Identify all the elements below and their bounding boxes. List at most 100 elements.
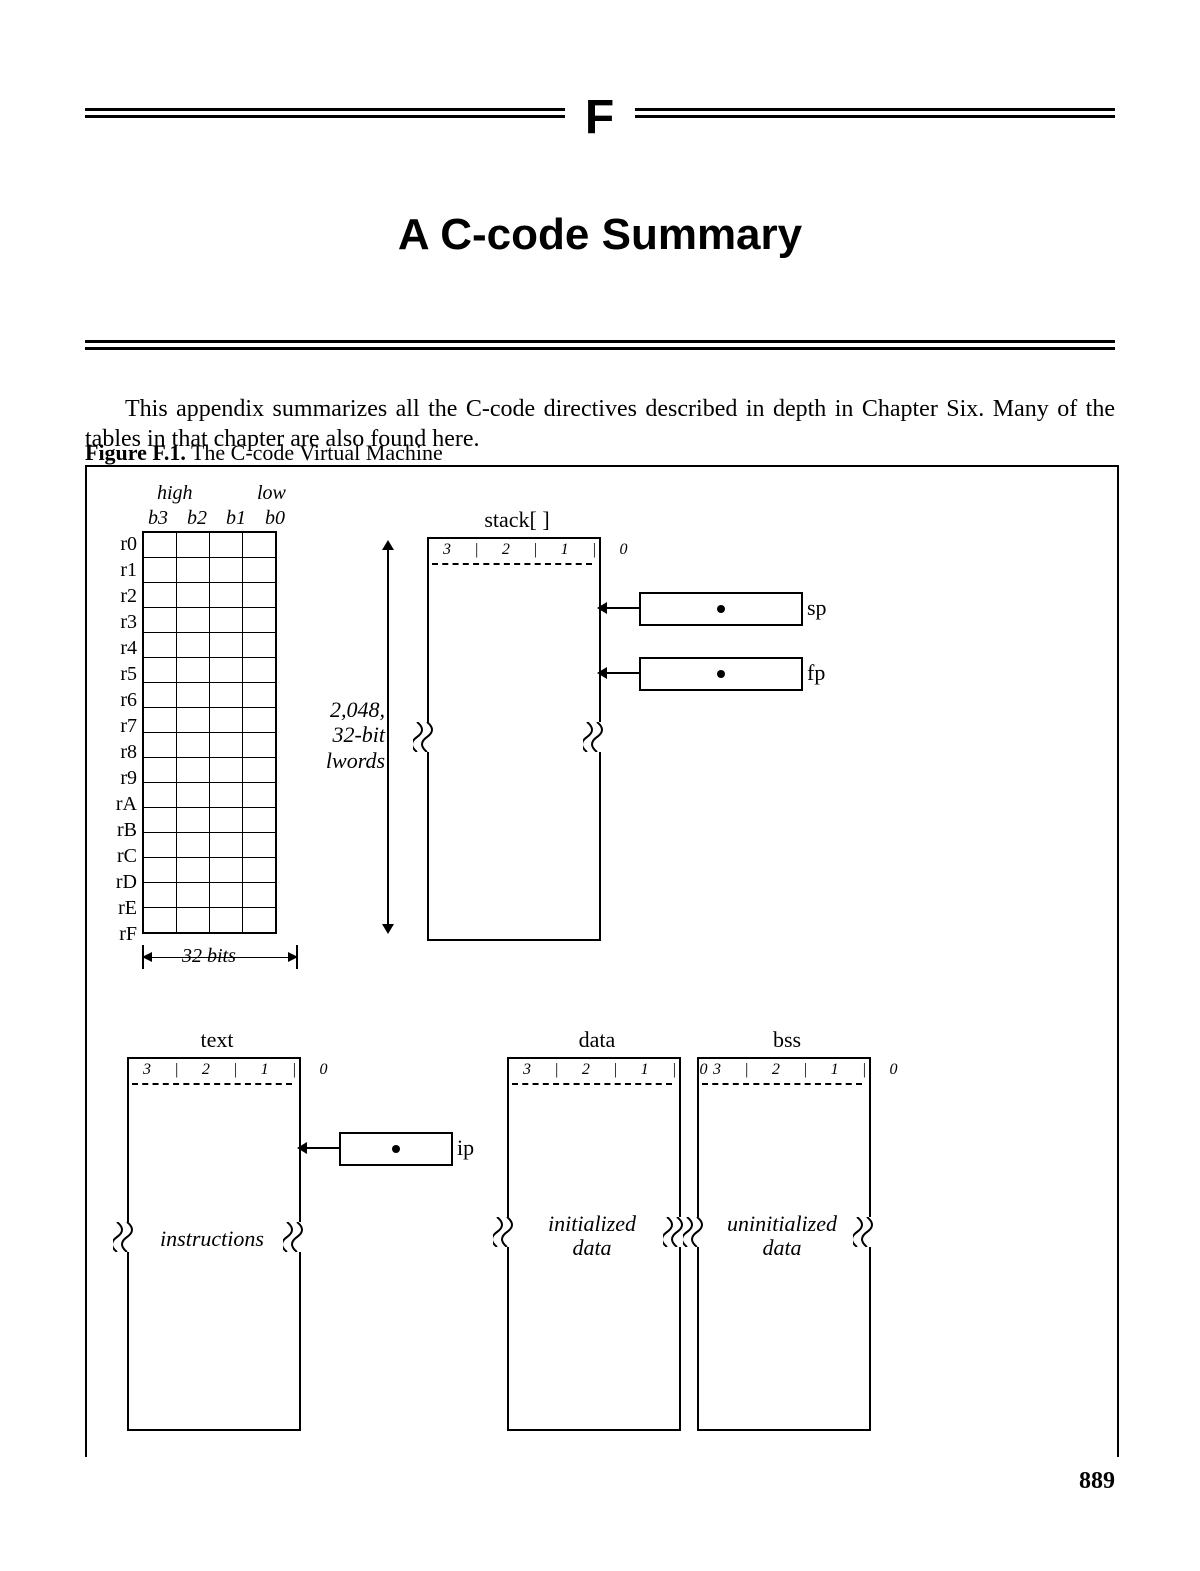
register-cell [210, 858, 243, 883]
bss-break-r [857, 1217, 877, 1247]
register-cell [177, 608, 210, 633]
sp-box [639, 592, 803, 626]
data-seg-title: data [507, 1027, 687, 1053]
register-name: rD [109, 871, 137, 894]
register-cell [177, 658, 210, 683]
register-cell [143, 633, 177, 658]
register-row [143, 733, 276, 758]
register-cell [210, 683, 243, 708]
register-cell [177, 858, 210, 883]
register-cell [210, 583, 243, 608]
register-cell [177, 783, 210, 808]
register-cell [210, 532, 243, 558]
register-cell [143, 708, 177, 733]
fp-arrow [599, 672, 639, 674]
reg-width-tick-l [142, 945, 144, 969]
data-break-l [497, 1217, 517, 1247]
register-row [143, 783, 276, 808]
register-row [143, 808, 276, 833]
register-cell [243, 583, 277, 608]
register-cell [210, 633, 243, 658]
figure-caption: Figure F.1. The C-code Virtual Machine [85, 440, 443, 466]
register-cell [143, 558, 177, 583]
register-name: rC [109, 845, 137, 868]
register-cell [210, 658, 243, 683]
rule-under-title [85, 340, 1115, 350]
register-cell [143, 883, 177, 908]
register-cell [143, 658, 177, 683]
reg-width-label: 32 bits [182, 945, 236, 968]
bss-break-l [687, 1217, 707, 1247]
figure-title: The C-code Virtual Machine [191, 440, 443, 465]
register-cell [143, 683, 177, 708]
register-name: r5 [109, 663, 137, 686]
register-name: r0 [109, 533, 137, 556]
ip-dot-icon [392, 1145, 400, 1153]
register-cell [143, 608, 177, 633]
stack-dim-down [387, 737, 389, 932]
text-seg-desc: instructions [127, 1227, 297, 1251]
register-row [143, 758, 276, 783]
page: F A C-code Summary This appendix summari… [0, 0, 1200, 1571]
reg-high-label: high [157, 482, 193, 505]
chapter-letter: F [0, 90, 1200, 145]
register-cell [143, 733, 177, 758]
page-number: 889 [1079, 1468, 1115, 1495]
register-row [143, 708, 276, 733]
register-row [143, 532, 276, 558]
register-name: rB [109, 819, 137, 842]
register-cell [243, 608, 277, 633]
register-cell [210, 783, 243, 808]
register-row [143, 883, 276, 908]
register-cell [243, 858, 277, 883]
bss-seg-dashed [702, 1083, 862, 1085]
register-name: r7 [109, 715, 137, 738]
text-seg-title: text [127, 1027, 307, 1053]
register-cell [243, 733, 277, 758]
register-cell [177, 583, 210, 608]
reg-byte-b1: b1 [226, 507, 246, 530]
register-cell [243, 883, 277, 908]
chapter-title: A C-code Summary [0, 210, 1200, 260]
stack-box [427, 537, 601, 941]
figure-box: high low b3 b2 b1 b0 32 bits stack[ ] 3 … [85, 465, 1119, 1457]
stack-dashed [432, 563, 592, 565]
register-cell [143, 808, 177, 833]
ip-box [339, 1132, 453, 1166]
data-seg-dashed [512, 1083, 672, 1085]
register-cell [210, 758, 243, 783]
register-cell [243, 532, 277, 558]
register-row [143, 908, 276, 934]
register-row [143, 858, 276, 883]
reg-width-tick-r [296, 945, 298, 969]
register-cell [210, 733, 243, 758]
register-row [143, 833, 276, 858]
stack-break-r [587, 722, 607, 752]
fp-dot-icon [717, 670, 725, 678]
register-cell [143, 908, 177, 934]
register-cell [177, 883, 210, 908]
register-cell [210, 883, 243, 908]
register-cell [177, 532, 210, 558]
register-cell [143, 758, 177, 783]
register-name: rF [109, 923, 137, 946]
ip-label: ip [457, 1135, 474, 1161]
stack-break-l [417, 722, 437, 752]
register-grid [142, 531, 277, 934]
register-cell [177, 683, 210, 708]
fp-label: fp [807, 660, 825, 686]
text-break-l [117, 1222, 137, 1252]
register-cell [243, 708, 277, 733]
register-cell [243, 633, 277, 658]
register-cell [210, 833, 243, 858]
figure-label: Figure F.1. [85, 440, 186, 465]
data-seg-desc: initialized data [507, 1212, 677, 1260]
register-cell [177, 708, 210, 733]
register-cell [243, 558, 277, 583]
register-cell [177, 833, 210, 858]
bss-byte-ticks: 3 | 2 | 1 | 0 [713, 1061, 907, 1079]
register-name: r8 [109, 741, 137, 764]
register-cell [243, 808, 277, 833]
register-cell [243, 758, 277, 783]
register-cell [143, 833, 177, 858]
